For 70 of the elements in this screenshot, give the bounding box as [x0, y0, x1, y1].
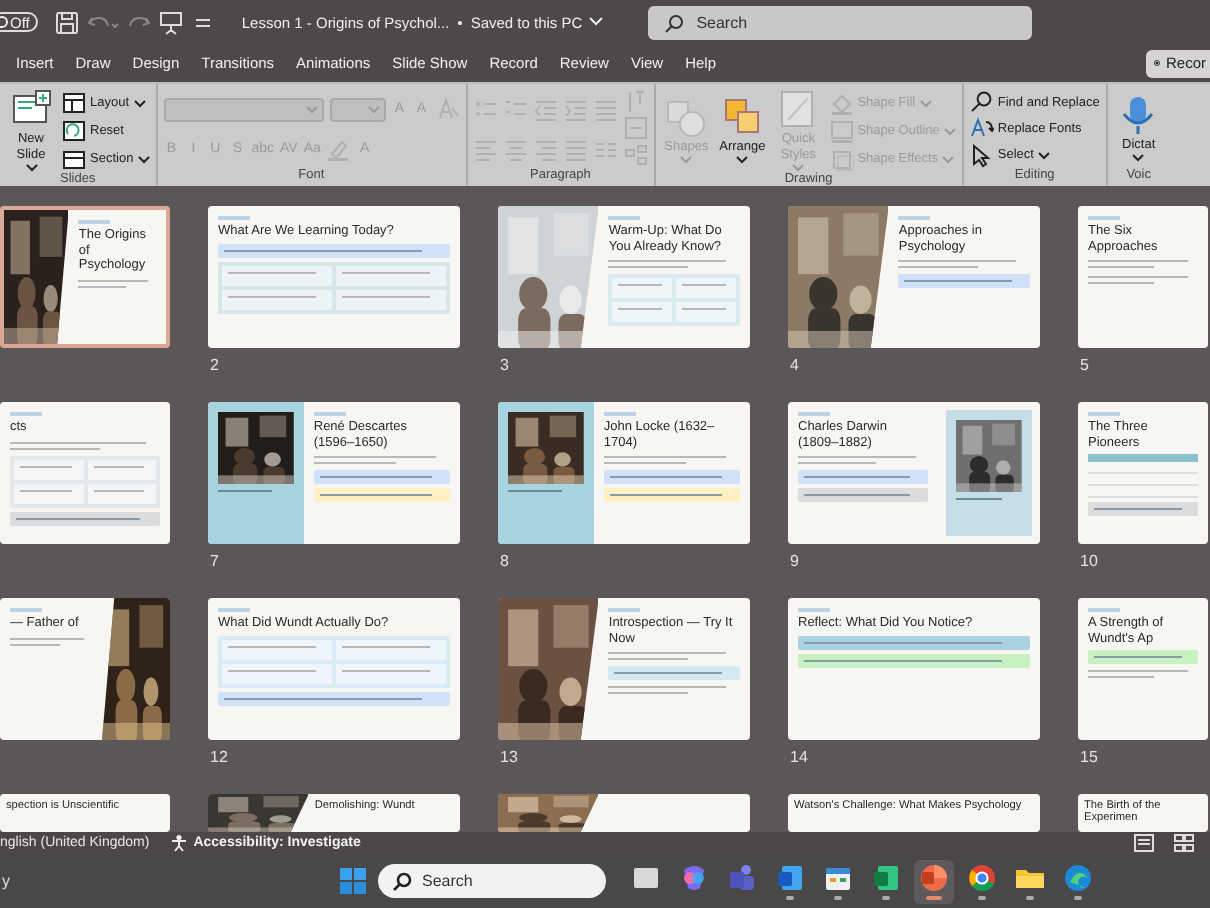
task-view-icon: [630, 862, 662, 894]
caret-icon: [367, 105, 380, 113]
slide-number: 3: [498, 354, 511, 374]
taskbar-search-field[interactable]: Search: [378, 864, 606, 898]
taskbar-app-button[interactable]: [914, 859, 954, 903]
increase-indent-icon: [563, 97, 588, 121]
windows-start-icon[interactable]: [340, 868, 366, 894]
slide-number: 5: [1078, 354, 1091, 374]
slide-thumbnail[interactable]: [498, 794, 750, 832]
paint-bucket-icon: [829, 91, 854, 115]
slide-number: 9: [788, 550, 801, 570]
slide-number: 7: [208, 550, 221, 570]
align-right-icon: [533, 137, 558, 161]
weather-widget-text[interactable]: y: [0, 872, 340, 890]
numbered-list-icon: [503, 97, 528, 121]
search-field[interactable]: Search: [648, 5, 1033, 39]
browser-wave-icon: [1062, 862, 1094, 894]
chevron-icon: [588, 16, 605, 28]
highlighter-icon: [326, 137, 351, 161]
microphone-icon: [1118, 95, 1159, 136]
slide-number: 8: [498, 550, 511, 570]
slide-number: 14: [788, 746, 810, 766]
slide-number: 13: [498, 746, 520, 766]
decrease-indent-icon: [533, 97, 558, 121]
align-text-icon: [623, 116, 648, 141]
spreadsheet-icon: [870, 862, 902, 894]
normal-view-icon[interactable]: [1134, 834, 1154, 852]
section-icon: [62, 147, 86, 171]
table-drawing: [1088, 454, 1198, 498]
search-icon: [969, 90, 994, 115]
pen-icon: [829, 119, 854, 143]
align-left-icon: [473, 137, 498, 161]
replace-fonts-icon: [969, 116, 994, 141]
slide-sorter-icon[interactable]: [1174, 834, 1194, 852]
list-icon: [593, 97, 618, 121]
align-center-icon: [503, 137, 528, 161]
search-icon: [664, 13, 685, 33]
slide-number: 2: [208, 354, 221, 374]
browser-icon: [966, 862, 998, 894]
save-icon[interactable]: [53, 9, 80, 35]
shape-effects-icon: [829, 147, 854, 171]
caption-lines: [508, 490, 561, 498]
reset-icon: [62, 119, 86, 143]
search-icon: [392, 871, 412, 891]
caret-icon: [305, 105, 318, 113]
copilot-icon: [678, 862, 710, 894]
bullet-list-icon: [473, 97, 498, 121]
document-icon: [774, 862, 806, 894]
slide-number: 10: [1078, 550, 1100, 570]
people-icon: [726, 862, 758, 894]
slide-number: 4: [788, 354, 801, 374]
smartart-icon: [623, 143, 648, 168]
presentation-icon: [918, 862, 950, 894]
calendar-icon: [822, 862, 854, 894]
caption-lines: [956, 498, 1003, 506]
arrange-icon: [722, 97, 763, 138]
pointer-icon: [969, 143, 994, 168]
justify-icon: [563, 137, 588, 161]
layout-icon: [62, 91, 86, 115]
shapes-icon: [666, 97, 707, 138]
columns-icon: [593, 137, 618, 161]
clear-formatting-icon: [435, 97, 460, 121]
slide-number: 12: [208, 746, 230, 766]
accessibility-icon: [169, 834, 188, 852]
quick-styles-icon: [778, 90, 819, 130]
record-icon: [1154, 56, 1160, 70]
text-direction-icon: [623, 90, 648, 115]
caption-lines: [218, 490, 271, 498]
presenter-icon[interactable]: [157, 9, 184, 35]
slide-number: 15: [1078, 746, 1100, 766]
